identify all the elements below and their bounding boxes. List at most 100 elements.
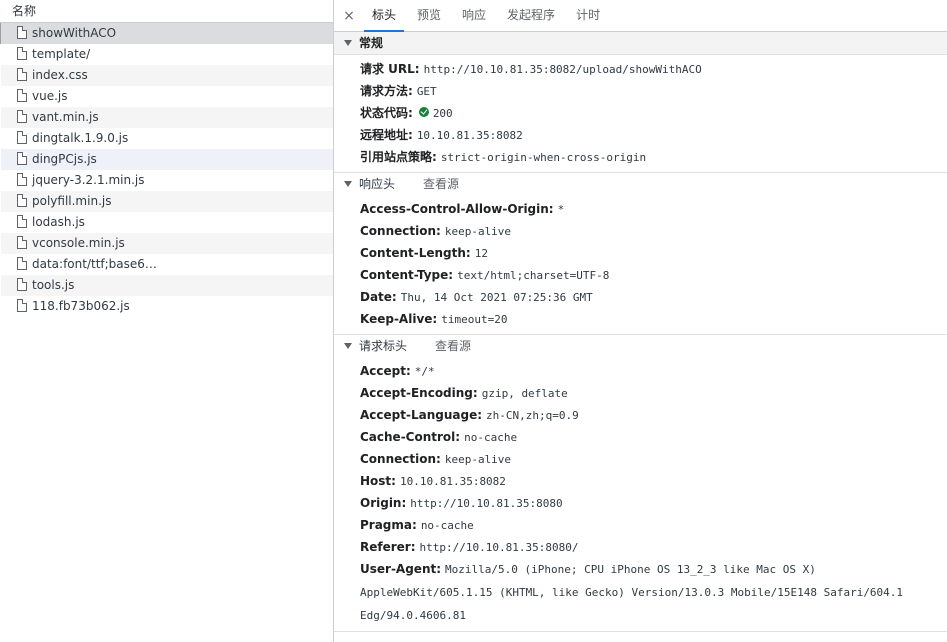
document-icon [17, 194, 27, 207]
header-key: Cache-Control: [360, 430, 461, 444]
document-icon [17, 110, 27, 123]
request-row[interactable]: data:font/ttf;base6… [0, 254, 333, 275]
tab-preview[interactable]: 预览 [407, 0, 451, 31]
header-row: Content-Length: 12 [334, 242, 947, 264]
tab-initiator[interactable]: 发起程序 [497, 0, 565, 31]
request-name: template/ [32, 47, 91, 61]
header-value[interactable]: 10.10.81.35:8082 [417, 129, 523, 142]
request-row[interactable]: vant.min.js [0, 107, 333, 128]
header-value[interactable]: */* [415, 365, 435, 378]
header-row: Connection: keep-alive [334, 448, 947, 470]
header-value[interactable]: 200 [433, 107, 453, 120]
header-value[interactable]: no-cache [421, 519, 474, 532]
header-value[interactable]: Thu, 14 Oct 2021 07:25:36 GMT [401, 291, 593, 304]
document-icon [17, 299, 27, 312]
header-key: 引用站点策略: [360, 150, 437, 164]
header-row: Date: Thu, 14 Oct 2021 07:25:36 GMT [334, 286, 947, 308]
header-key: 状态代码: [360, 106, 413, 120]
general-section-header[interactable]: 常规 [334, 32, 947, 55]
request-headers-title: 请求标头 [359, 339, 408, 353]
document-icon [17, 68, 27, 81]
document-icon [17, 215, 27, 228]
view-source-link[interactable]: 查看源 [435, 339, 471, 353]
header-row: 请求方法: GET [334, 80, 947, 102]
header-key: User-Agent: [360, 562, 442, 576]
header-row: User-Agent: Mozilla/5.0 (iPhone; CPU iPho… [334, 558, 947, 627]
header-value[interactable]: timeout=20 [441, 313, 507, 326]
request-name: tools.js [32, 278, 75, 292]
request-row[interactable]: vue.js [0, 86, 333, 107]
tab-timing[interactable]: 计时 [566, 0, 610, 31]
header-value[interactable]: no-cache [464, 431, 517, 444]
collapse-triangle-icon [344, 39, 352, 46]
header-row: Content-Type: text/html;charset=UTF-8 [334, 264, 947, 286]
request-row[interactable]: 118.fb73b062.js [0, 296, 333, 317]
header-value[interactable]: zh-CN,zh;q=0.9 [486, 409, 579, 422]
request-name: dingtalk.1.9.0.js [32, 131, 129, 145]
header-row: Origin: http://10.10.81.35:8080 [334, 492, 947, 514]
header-value[interactable]: 10.10.81.35:8082 [400, 475, 506, 488]
response-headers-section-header[interactable]: 响应头 查看源 [334, 172, 947, 195]
request-row[interactable]: template/ [0, 44, 333, 65]
header-value[interactable]: * [558, 203, 565, 216]
request-name: index.css [32, 68, 88, 82]
header-key: Accept: [360, 364, 411, 378]
document-icon [17, 278, 27, 291]
header-row: Accept-Language: zh-CN,zh;q=0.9 [334, 404, 947, 426]
request-name: vue.js [32, 89, 68, 103]
request-row[interactable]: dingtalk.1.9.0.js [0, 128, 333, 149]
header-row: Pragma: no-cache [334, 514, 947, 536]
header-row: 状态代码: 200 [334, 102, 947, 124]
request-name: jquery-3.2.1.min.js [32, 173, 145, 187]
status-ok-icon [418, 106, 429, 117]
header-value[interactable]: gzip, deflate [482, 387, 568, 400]
bottom-divider [334, 631, 947, 632]
header-value[interactable]: keep-alive [445, 225, 511, 238]
view-source-link[interactable]: 查看源 [423, 177, 459, 191]
document-icon [17, 236, 27, 249]
request-row[interactable]: lodash.js [0, 212, 333, 233]
header-value[interactable]: keep-alive [445, 453, 511, 466]
header-value[interactable]: text/html;charset=UTF-8 [457, 269, 609, 282]
request-name: vant.min.js [32, 110, 99, 124]
header-row: Access-Control-Allow-Origin: * [334, 198, 947, 220]
header-value[interactable]: http://10.10.81.35:8080/ [420, 541, 579, 554]
header-key: Referer: [360, 540, 416, 554]
request-name: showWithACO [32, 26, 117, 40]
header-key: Content-Length: [360, 246, 471, 260]
header-row: Connection: keep-alive [334, 220, 947, 242]
header-row: 引用站点策略: strict-origin-when-cross-origin [334, 146, 947, 168]
details-tabbar: × 标头 预览 响应 发起程序 计时 [334, 0, 947, 32]
header-value[interactable]: Mozilla/5.0 (iPhone; CPU iPhone OS 13_2_… [360, 563, 903, 622]
request-row[interactable]: tools.js [0, 275, 333, 296]
request-row[interactable]: polyfill.min.js [0, 191, 333, 212]
request-row[interactable]: showWithACO [0, 23, 333, 44]
request-row[interactable]: vconsole.min.js [0, 233, 333, 254]
header-value[interactable]: http://10.10.81.35:8082/upload/showWithA… [424, 63, 702, 76]
header-row: Accept: */* [334, 360, 947, 382]
request-row[interactable]: jquery-3.2.1.min.js [0, 170, 333, 191]
tab-headers[interactable]: 标头 [362, 0, 406, 32]
general-section-title: 常规 [359, 36, 384, 50]
name-column-header[interactable]: 名称 [0, 0, 333, 23]
details-panel: × 标头 预览 响应 发起程序 计时 常规 请求 URL: http://10.1… [334, 0, 947, 642]
document-icon [17, 257, 27, 270]
request-row[interactable]: index.css [0, 65, 333, 86]
document-icon [17, 47, 27, 60]
header-row: Accept-Encoding: gzip, deflate [334, 382, 947, 404]
request-row[interactable]: dingPCjs.js [0, 149, 333, 170]
request-headers-section-header[interactable]: 请求标头 查看源 [334, 334, 947, 357]
header-value[interactable]: GET [417, 85, 437, 98]
document-icon [17, 26, 27, 39]
header-key: Connection: [360, 452, 441, 466]
header-row: Cache-Control: no-cache [334, 426, 947, 448]
header-value[interactable]: 12 [475, 247, 488, 260]
request-headers-body: Accept: */* Accept-Encoding: gzip, deflate A… [334, 357, 947, 631]
collapse-triangle-icon [344, 180, 352, 187]
close-icon[interactable]: × [336, 0, 362, 31]
header-key: 请求方法: [360, 84, 413, 98]
tab-response[interactable]: 响应 [452, 0, 496, 31]
header-value[interactable]: strict-origin-when-cross-origin [441, 151, 646, 164]
header-row: 请求 URL: http://10.10.81.35:8082/upload/sh… [334, 58, 947, 80]
header-value[interactable]: http://10.10.81.35:8080 [410, 497, 562, 510]
